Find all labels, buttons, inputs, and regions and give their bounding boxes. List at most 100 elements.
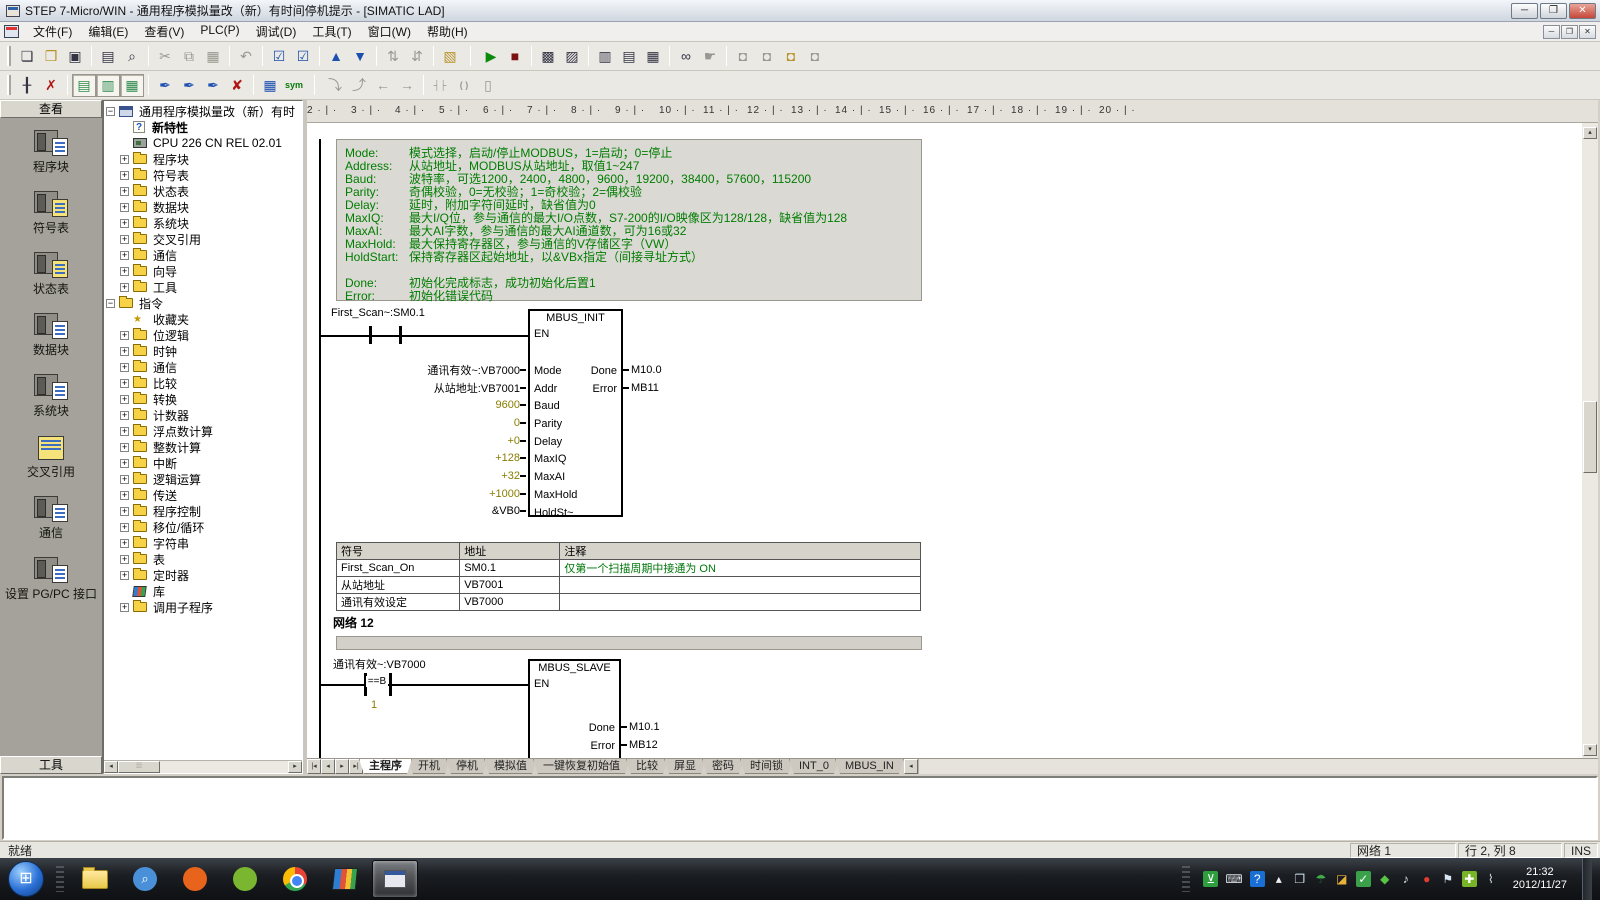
menu-item-2[interactable]: 查看(V) xyxy=(136,21,192,42)
symbol-info-table-toggle-button[interactable]: ▦ xyxy=(120,74,144,97)
tree-row[interactable]: +向导 xyxy=(106,263,302,279)
scrollbar-thumb[interactable]: ⁞⁞⁞ xyxy=(118,761,160,773)
sort-ascending-button[interactable]: ⇅ xyxy=(381,45,405,68)
menu-item-0[interactable]: 文件(F) xyxy=(25,21,80,42)
taskbar-chrome-button[interactable] xyxy=(272,860,318,898)
copy-button[interactable]: ⧉ xyxy=(177,45,201,68)
tree-row[interactable]: +移位/循环 xyxy=(106,519,302,535)
compile-button[interactable]: ☑ xyxy=(267,45,291,68)
vertical-scrollbar[interactable]: ▴ ▾ xyxy=(1582,123,1598,758)
line-down-button[interactable]: ⤵ xyxy=(323,74,347,97)
view-section-header[interactable]: 查看 xyxy=(0,100,102,118)
scroll-left-icon[interactable]: ◂ xyxy=(104,761,118,773)
pou-tab-9[interactable]: INT_0 xyxy=(789,759,839,774)
window-restore-icon[interactable]: ❐ xyxy=(1293,871,1307,887)
tree-row[interactable]: +交叉引用 xyxy=(106,231,302,247)
menu-item-5[interactable]: 工具(T) xyxy=(304,21,359,42)
expand-icon[interactable]: + xyxy=(120,363,129,372)
security-shield-icon[interactable]: ◆ xyxy=(1378,871,1392,887)
mdi-document-icon[interactable] xyxy=(4,25,19,38)
expand-icon[interactable]: + xyxy=(120,187,129,196)
expand-icon[interactable]: + xyxy=(120,491,129,500)
viewbar-item-7[interactable]: 设置 PG/PC 接口 xyxy=(0,557,102,618)
tree-row[interactable]: +符号表 xyxy=(106,167,302,183)
viewbar-item-6[interactable]: 通信 xyxy=(0,496,102,557)
tree-row[interactable]: +转换 xyxy=(106,391,302,407)
download-button[interactable]: ▼ xyxy=(348,45,372,68)
expand-icon[interactable]: + xyxy=(120,267,129,276)
single-read-button[interactable]: ▤ xyxy=(617,45,641,68)
clear-bookmarks-button[interactable]: ✘ xyxy=(225,74,249,97)
insert-box-button[interactable]: ▯ xyxy=(476,74,500,97)
expand-icon[interactable]: + xyxy=(120,283,129,292)
tree-row[interactable]: CPU 226 CN REL 02.01 xyxy=(106,135,302,151)
paste-button[interactable]: ▦ xyxy=(201,45,225,68)
pou-tab-1[interactable]: 开机 xyxy=(408,759,450,774)
tree-row[interactable]: −通用程序模拟量改（新）有时 xyxy=(106,103,302,119)
taskbar-clock[interactable]: 21:32 2012/11/27 xyxy=(1505,866,1575,892)
tools-section-header[interactable]: 工具 xyxy=(0,756,102,774)
tree-row[interactable]: +时钟 xyxy=(106,343,302,359)
safety-plus-icon[interactable]: ✚ xyxy=(1462,871,1477,887)
line-right-button[interactable]: → xyxy=(395,74,419,97)
collapse-icon[interactable]: − xyxy=(106,107,115,116)
pou-tab-6[interactable]: 屏显 xyxy=(664,759,706,774)
expand-icon[interactable]: + xyxy=(120,395,129,404)
restore-button[interactable]: ❐ xyxy=(1540,3,1567,19)
scrollbar-thumb[interactable] xyxy=(1583,401,1597,473)
network-comment-bar[interactable] xyxy=(336,636,922,650)
pou-tab-3[interactable]: 模拟值 xyxy=(484,759,537,774)
menu-item-4[interactable]: 调试(D) xyxy=(248,21,305,42)
program-status-button[interactable]: ▩ xyxy=(536,45,560,68)
volume-icon[interactable]: ♪ xyxy=(1399,871,1413,887)
undo-button[interactable]: ↶ xyxy=(234,45,258,68)
expand-icon[interactable]: + xyxy=(120,251,129,260)
expand-icon[interactable]: + xyxy=(120,379,129,388)
pou-tab-4[interactable]: 一键恢复初始值 xyxy=(533,759,630,774)
usb-device-icon[interactable]: ⊻ xyxy=(1203,871,1218,887)
plug-icon[interactable]: ⌇ xyxy=(1484,871,1498,887)
show-desktop-button[interactable] xyxy=(1582,858,1592,900)
tree-row[interactable]: +比较 xyxy=(106,375,302,391)
minimize-button[interactable]: ─ xyxy=(1511,3,1538,19)
pause-program-status-button[interactable]: ▨ xyxy=(560,45,584,68)
mdi-restore-button[interactable]: ❐ xyxy=(1561,25,1578,39)
save-button[interactable]: ▣ xyxy=(63,45,87,68)
tab-scroll-left-icon[interactable]: ◂ xyxy=(904,759,918,774)
force-button[interactable]: ☛ xyxy=(698,45,722,68)
viewbar-item-1[interactable]: 符号表 xyxy=(0,191,102,252)
symbol-table-row[interactable]: 从站地址VB7001 xyxy=(337,577,921,594)
show-hidden-icons-icon[interactable]: ▴ xyxy=(1272,871,1286,887)
pou-tab-0[interactable]: 主程序 xyxy=(359,759,412,774)
usb-safely-remove-icon[interactable]: ✓ xyxy=(1356,871,1371,887)
unforce-all-button[interactable]: ◘ xyxy=(803,45,827,68)
taskbar-search-app-button[interactable]: ⌕ xyxy=(122,860,168,898)
tree-row[interactable]: +通信 xyxy=(106,247,302,263)
expand-icon[interactable]: + xyxy=(120,331,129,340)
expand-icon[interactable]: + xyxy=(120,507,129,516)
symbol-table-row[interactable]: 通讯有效设定VB7000 xyxy=(337,594,921,611)
insert-contact-button[interactable]: ┤├ xyxy=(428,74,452,97)
expand-icon[interactable]: + xyxy=(120,235,129,244)
compile-all-button[interactable]: ☑ xyxy=(291,45,315,68)
tree-row[interactable]: +状态表 xyxy=(106,183,302,199)
write-all-button[interactable]: ▦ xyxy=(641,45,665,68)
taskbar-explorer-button[interactable] xyxy=(72,860,118,898)
tree-row[interactable]: +浮点数计算 xyxy=(106,423,302,439)
expand-icon[interactable]: + xyxy=(120,155,129,164)
sort-descending-button[interactable]: ⇵ xyxy=(405,45,429,68)
tree-row[interactable]: ?新特性 xyxy=(106,119,302,135)
mdi-close-button[interactable]: ✕ xyxy=(1579,25,1596,39)
taskbar-firefox-button[interactable] xyxy=(172,860,218,898)
expand-icon[interactable]: + xyxy=(120,523,129,532)
expand-icon[interactable]: + xyxy=(120,411,129,420)
tree-row[interactable]: +系统块 xyxy=(106,215,302,231)
tree-row[interactable]: +工具 xyxy=(106,279,302,295)
mdi-minimize-button[interactable]: ─ xyxy=(1543,25,1560,39)
taskbar-step7-button[interactable] xyxy=(322,860,368,898)
expand-icon[interactable]: + xyxy=(120,443,129,452)
expand-icon[interactable]: + xyxy=(120,427,129,436)
unforce-lock-button[interactable]: ◘ xyxy=(755,45,779,68)
tree-horizontal-scrollbar[interactable]: ◂ ⁞⁞⁞ ▸ xyxy=(104,760,302,773)
expand-icon[interactable]: + xyxy=(120,459,129,468)
